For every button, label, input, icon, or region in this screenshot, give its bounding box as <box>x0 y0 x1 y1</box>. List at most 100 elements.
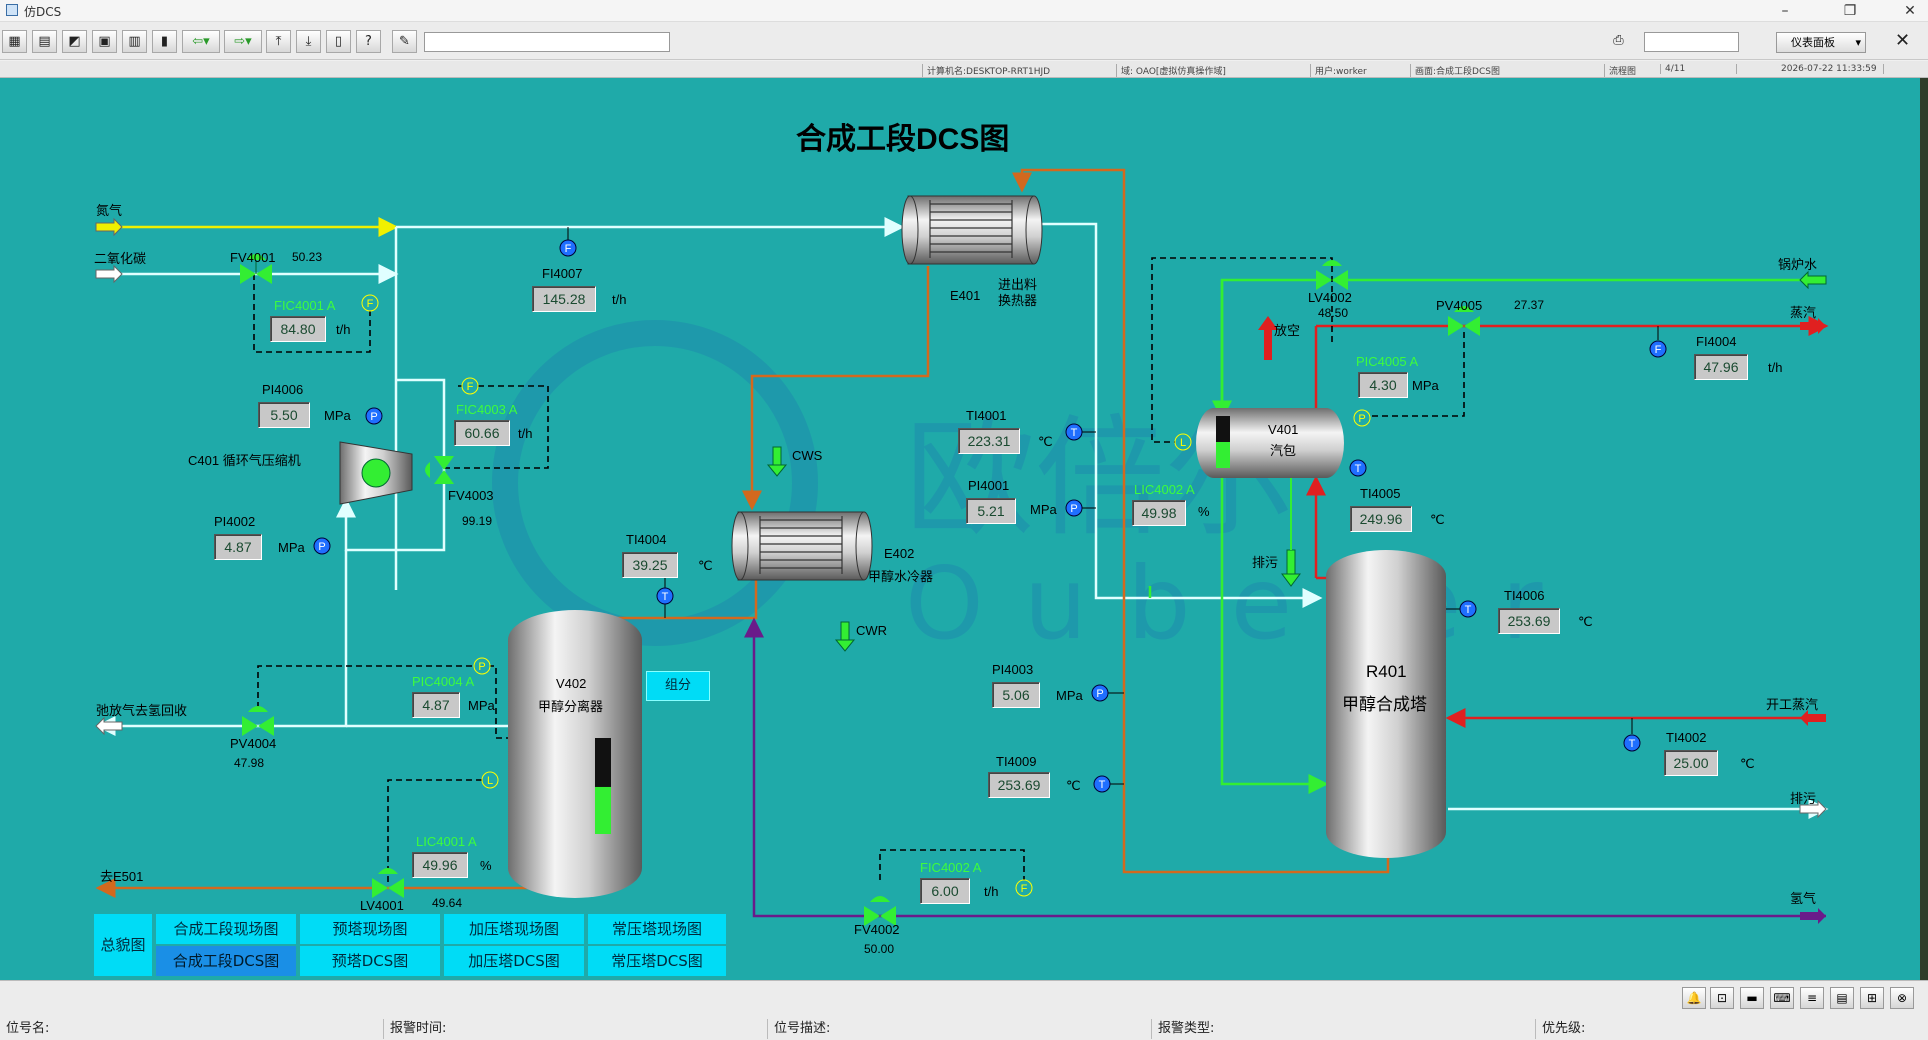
page-down-icon[interactable]: ⤓ <box>296 30 321 53</box>
nav-item[interactable]: 合成工段现场图 <box>156 914 296 944</box>
svg-text:F: F <box>367 298 374 310</box>
ti4004-bubble[interactable]: T <box>656 578 674 618</box>
svg-text:T: T <box>1629 738 1636 750</box>
nav-item[interactable]: 加压塔DCS图 <box>444 946 584 976</box>
watermark-en: Oubeier <box>905 545 1583 662</box>
minimize-icon[interactable]: – <box>1770 1 1800 21</box>
r401-tag: R401 <box>1366 662 1407 681</box>
trend-icon[interactable]: ◩ <box>62 30 87 53</box>
fi4004-bubble[interactable]: F <box>1649 326 1667 358</box>
table-icon[interactable]: ▤ <box>32 30 57 53</box>
overview-icon[interactable]: ▣ <box>92 30 117 53</box>
nav-item[interactable]: 预塔DCS图 <box>300 946 440 976</box>
pic4004-value[interactable]: 4.87 <box>412 692 460 718</box>
forward-icon[interactable]: ⇨▾ <box>224 30 262 53</box>
title-bar: 仿DCS – ❐ ✕ <box>0 0 1928 22</box>
printer-icon[interactable]: ⎙ <box>1606 30 1631 53</box>
close-icon[interactable]: ✕ <box>1895 1 1925 21</box>
ti4009-bubble[interactable]: T <box>1093 775 1124 793</box>
search-input[interactable] <box>1644 32 1739 52</box>
instrument-panel-label: 仪表面板 <box>1791 36 1835 49</box>
clipboard-icon[interactable]: ▮ <box>152 30 177 53</box>
pic4005-tag: PIC4005 A <box>1356 354 1419 369</box>
pv4004-valve[interactable] <box>242 706 274 736</box>
exit-icon[interactable]: ⊗ <box>1890 987 1914 1009</box>
ti4002-value[interactable]: 25.00 <box>1664 750 1718 776</box>
nav-item[interactable]: 常压塔DCS图 <box>588 946 726 976</box>
alarm-bell-icon[interactable]: 🔔 <box>1682 987 1706 1009</box>
lv4002-valve[interactable] <box>1316 260 1348 290</box>
c401-compressor[interactable] <box>339 441 413 505</box>
page-up-icon[interactable]: ⤒ <box>266 30 291 53</box>
pic4005-value[interactable]: 4.30 <box>1358 372 1408 398</box>
lic4002-bubble[interactable]: L <box>1174 433 1192 451</box>
report-icon[interactable]: ▤ <box>1830 987 1854 1009</box>
pi4001-value[interactable]: 5.21 <box>966 498 1016 524</box>
monitor-icon[interactable]: ▬ <box>1740 987 1764 1009</box>
instrument-panel-dropdown[interactable]: 仪表面板 ▾ <box>1776 32 1866 53</box>
component-button[interactable]: 组分 <box>646 671 710 701</box>
pi4003-bubble[interactable]: P <box>1091 684 1124 702</box>
pi4006-bubble[interactable]: P <box>365 407 383 425</box>
grid-view-icon[interactable]: ▦ <box>2 30 27 53</box>
nav-overview[interactable]: 总貌图 <box>94 914 152 976</box>
ti4005-tag: TI4005 <box>1360 486 1401 501</box>
nav-item[interactable]: 加压塔现场图 <box>444 914 584 944</box>
fic4003-bubble[interactable]: F <box>461 377 479 395</box>
list-icon[interactable]: ≡ <box>1800 987 1824 1009</box>
status-bar: 🔔 ⊡ ▬ ⌨ ≡ ▤ ⊞ ⊗ 位号名: 报警时间: 位号描述: 报警类型: 优… <box>0 980 1928 1040</box>
lv4001-valve[interactable] <box>372 868 404 898</box>
nav-item[interactable]: 预塔现场图 <box>300 914 440 944</box>
process-diagram: 欧倍尔 Oubeier F F P F P T P L T P P T F L … <box>95 168 1829 926</box>
pic4005-bubble[interactable]: P <box>1353 409 1371 427</box>
e402-exchanger[interactable] <box>731 511 873 581</box>
ti4005-bubble[interactable]: T <box>1349 459 1367 477</box>
lic4002-value[interactable]: 49.98 <box>1132 500 1186 526</box>
command-input[interactable] <box>424 32 670 52</box>
pic4004-bubble[interactable]: P <box>473 657 491 675</box>
pi4003-value[interactable]: 5.06 <box>992 682 1040 708</box>
lic4001-bubble[interactable]: L <box>481 771 499 789</box>
hydrogen-label: 氢气 <box>1790 891 1817 906</box>
ti4004-value[interactable]: 39.25 <box>622 552 678 578</box>
message-icon[interactable]: ✎ <box>392 30 417 53</box>
ti4006-value[interactable]: 253.69 <box>1498 608 1560 634</box>
e401-exchanger[interactable] <box>901 195 1043 265</box>
fic4001-value[interactable]: 84.80 <box>270 316 326 342</box>
layout-icon[interactable]: ⊞ <box>1860 987 1884 1009</box>
ti4005-value[interactable]: 249.96 <box>1350 506 1412 532</box>
fic4001-bubble[interactable]: F <box>361 294 379 312</box>
alarm-type-field: 报警类型: <box>1152 1019 1536 1039</box>
lic4001-value[interactable]: 49.96 <box>412 852 468 878</box>
nav-item[interactable]: 常压塔现场图 <box>588 914 726 944</box>
fic4002-bubble[interactable]: F <box>1015 879 1033 897</box>
keyboard-icon[interactable]: ⌨ <box>1770 987 1794 1009</box>
back-icon[interactable]: ⇦▾ <box>182 30 220 53</box>
ti4001-value[interactable]: 223.31 <box>958 428 1020 454</box>
nitrogen-label: 氮气 <box>96 203 123 218</box>
pi4002-value[interactable]: 4.87 <box>214 534 262 560</box>
v402-level-fill <box>595 786 611 834</box>
ti4002-unit: ℃ <box>1740 756 1755 771</box>
fi4004-value[interactable]: 47.96 <box>1694 354 1748 380</box>
lock-icon[interactable]: ⊡ <box>1710 987 1734 1009</box>
tools-icon[interactable]: ✕ <box>1890 30 1915 53</box>
report-icon[interactable]: ▥ <box>122 30 147 53</box>
fic4003-value[interactable]: 60.66 <box>454 420 510 446</box>
fic4002-value[interactable]: 6.00 <box>920 878 970 904</box>
ti4002-bubble[interactable]: T <box>1623 718 1641 752</box>
book-icon[interactable]: ▯ <box>326 30 351 53</box>
pi4002-bubble[interactable]: P <box>313 537 331 555</box>
right-strip <box>1920 78 1928 980</box>
restore-icon[interactable]: ❐ <box>1835 1 1865 21</box>
help-icon[interactable]: ? <box>356 30 381 53</box>
ti4009-value[interactable]: 253.69 <box>988 772 1050 798</box>
fi4007-value[interactable]: 145.28 <box>532 286 596 312</box>
fi4007-bubble[interactable]: F <box>559 227 577 257</box>
v402-separator[interactable] <box>508 610 642 898</box>
pi4006-value[interactable]: 5.50 <box>258 402 310 428</box>
pv4004-tag: PV4004 <box>230 736 277 751</box>
domain-name: 域: OAO[虚拟仿真操作域] <box>1116 64 1226 77</box>
fv4003-valve[interactable] <box>425 456 454 484</box>
nav-item-active[interactable]: 合成工段DCS图 <box>156 946 296 976</box>
